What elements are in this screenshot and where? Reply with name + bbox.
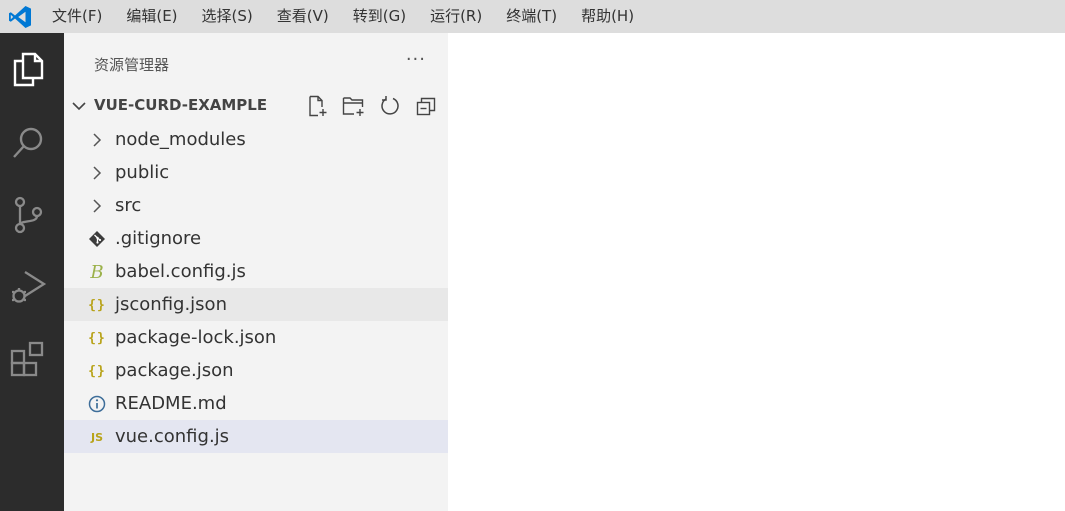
chevron-right-icon [86,162,108,184]
tree-item-vue-config[interactable]: JS vue.config.js [64,420,448,453]
json-icon: {} [88,363,106,379]
json-icon: {} [88,297,106,313]
menu-bar: 文件(F) 编辑(E) 选择(S) 查看(V) 转到(G) 运行(R) 终端(T… [0,0,1065,33]
source-control-icon[interactable] [0,187,56,243]
tree-item-label: README.md [115,393,227,414]
git-icon [86,228,108,250]
tree-item-package[interactable]: {} package.json [64,354,448,387]
tree-item-label: package-lock.json [115,327,277,348]
menu-terminal[interactable]: 终端(T) [494,0,569,33]
folder-actions [306,94,438,118]
chevron-right-icon [86,195,108,217]
more-actions-button[interactable]: ··· [406,49,426,70]
run-debug-icon[interactable] [0,259,56,315]
tree-item-label: src [115,195,142,216]
menu-help[interactable]: 帮助(H) [569,0,646,33]
tree-item-label: .gitignore [115,228,202,249]
chevron-down-icon [71,98,87,118]
explorer-header: 资源管理器 ··· [64,33,448,91]
babel-icon: B [90,261,104,283]
new-folder-icon[interactable] [342,94,366,118]
collapse-all-icon[interactable] [414,94,438,118]
workspace-folder-header[interactable]: VUE-CURD-EXAMPLE [64,91,448,121]
tree-item-jsconfig[interactable]: {} jsconfig.json [64,288,448,321]
search-icon[interactable] [0,115,56,171]
tree-item-label: babel.config.js [115,261,246,282]
file-tree: node_modules public src .gitignore B bab… [64,123,448,453]
menu-go[interactable]: 转到(G) [341,0,418,33]
explorer-sidebar: 资源管理器 ··· VUE-CURD-EXAMPLE node_modules … [64,33,448,511]
menu-edit[interactable]: 编辑(E) [114,0,189,33]
tree-item-src[interactable]: src [64,189,448,222]
tree-item-public[interactable]: public [64,156,448,189]
chevron-right-icon [86,129,108,151]
tree-item-label: public [115,162,170,183]
menu-file[interactable]: 文件(F) [40,0,114,33]
vscode-logo-icon [0,0,40,33]
tree-item-label: node_modules [115,129,246,150]
javascript-icon: JS [90,430,103,444]
tree-item-label: jsconfig.json [115,294,227,315]
tree-item-babel-config[interactable]: B babel.config.js [64,255,448,288]
activity-bar [0,33,64,511]
info-icon [86,393,108,415]
tree-item-node-modules[interactable]: node_modules [64,123,448,156]
tree-item-readme[interactable]: README.md [64,387,448,420]
menu-selection[interactable]: 选择(S) [190,0,265,33]
menu-run[interactable]: 运行(R) [418,0,494,33]
workspace-folder-name: VUE-CURD-EXAMPLE [94,96,268,114]
new-file-icon[interactable] [306,94,330,118]
tree-item-label: package.json [115,360,234,381]
tree-item-label: vue.config.js [115,426,230,447]
explorer-title: 资源管理器 [94,56,170,74]
json-icon: {} [88,330,106,346]
editor-area [448,33,1065,511]
tree-item-gitignore[interactable]: .gitignore [64,222,448,255]
explorer-icon[interactable] [0,41,56,97]
extensions-icon[interactable] [0,331,56,387]
tree-item-package-lock[interactable]: {} package-lock.json [64,321,448,354]
refresh-icon[interactable] [378,94,402,118]
menu-view[interactable]: 查看(V) [265,0,341,33]
